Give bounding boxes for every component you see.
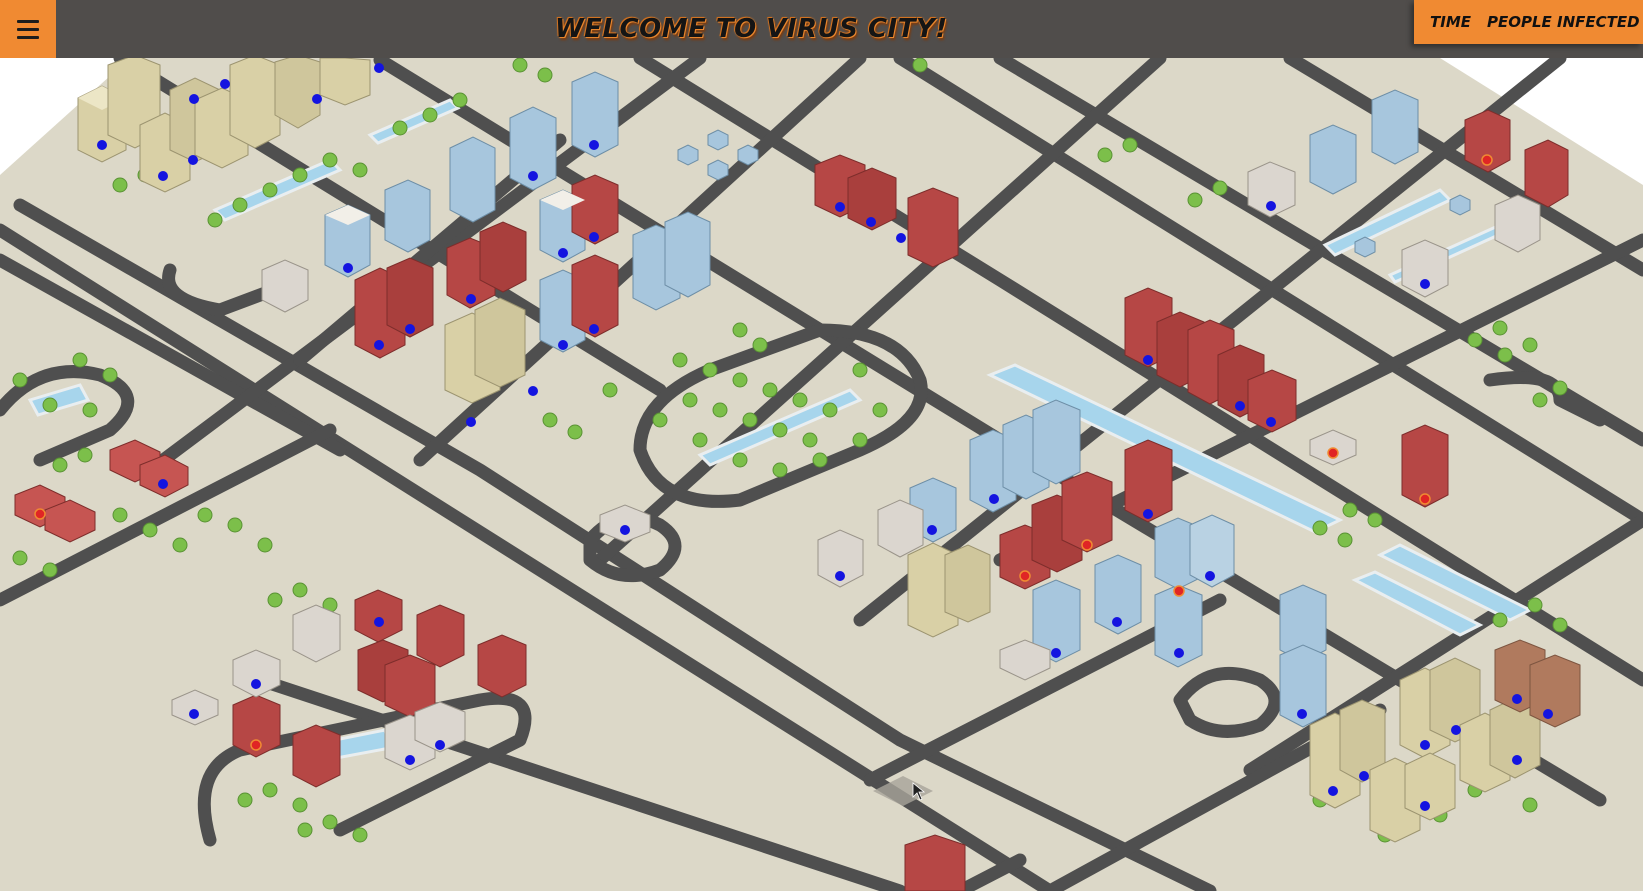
menu-button[interactable]: [0, 0, 56, 58]
people-infected-label: PEOPLE INFECTED: [1487, 13, 1640, 31]
hamburger-icon: [17, 19, 39, 23]
city-map[interactable]: [0, 58, 1643, 891]
hamburger-icon-line: [17, 35, 39, 39]
top-bar: WELCOME TO VIRUS CITY! TIME PEOPLE INFEC…: [0, 0, 1643, 58]
stats-panel: TIME PEOPLE INFECTED: [1414, 0, 1643, 44]
page-title: WELCOME TO VIRUS CITY!: [555, 14, 948, 44]
time-label: TIME: [1430, 13, 1471, 31]
hamburger-icon-line: [17, 27, 39, 31]
